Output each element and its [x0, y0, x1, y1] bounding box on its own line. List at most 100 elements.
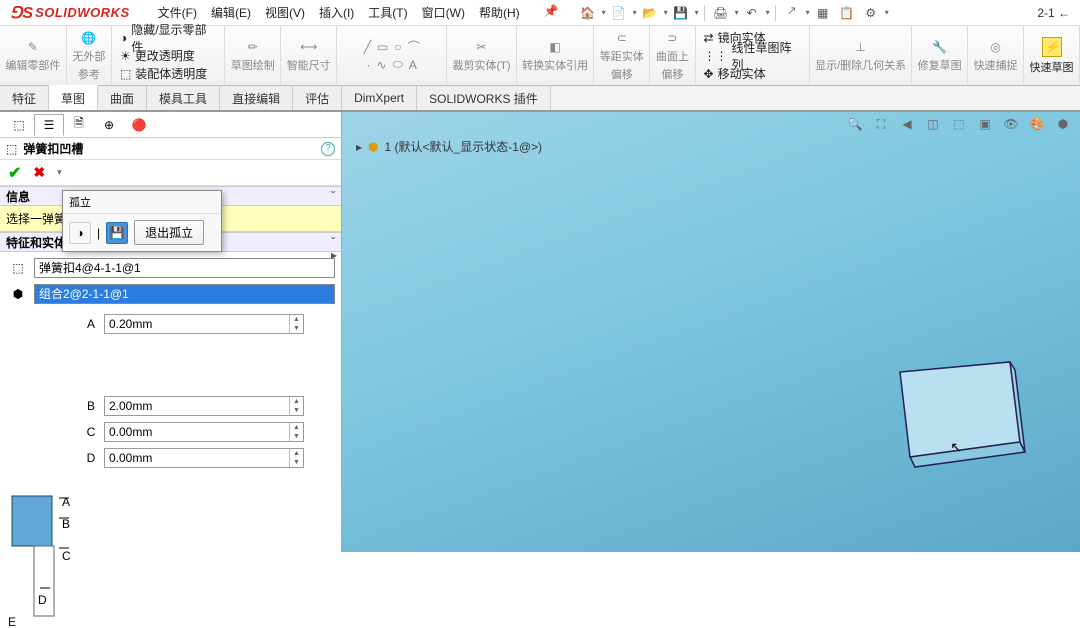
rb-trim[interactable]: ✂裁剪实体(T): [447, 26, 517, 85]
spinner[interactable]: ▲▼: [289, 423, 303, 441]
rb-offset1[interactable]: ⊂等距实体偏移: [594, 26, 650, 85]
ok-button[interactable]: ✔: [8, 163, 21, 183]
feature-selection-input[interactable]: 弹簧扣4@4-1-1@1: [34, 258, 335, 278]
rb-edit-component[interactable]: ✎ 编辑零部件: [0, 26, 67, 85]
dim-a-row: A 0.20mm▲▼: [84, 314, 341, 334]
tab-sketch[interactable]: 草图: [49, 85, 98, 110]
prev-view-icon[interactable]: ◀: [896, 114, 918, 134]
pm-tab-config[interactable]: 🗎: [64, 114, 94, 136]
tab-evaluate[interactable]: 评估: [293, 86, 342, 110]
tab-direct[interactable]: 直接编辑: [220, 86, 293, 110]
pin-icon[interactable]: 📌: [544, 4, 559, 21]
view-orient-icon[interactable]: ⬚: [948, 114, 970, 134]
menu-view[interactable]: 视图(V): [265, 4, 305, 21]
rb-sketch[interactable]: ✏草图绘制: [225, 26, 281, 85]
rb-linear-pattern[interactable]: ⋮⋮线性草图阵列: [704, 47, 802, 64]
graphics-viewport[interactable]: 🔍 ⛶ ◀ ◫ ⬚ ▣ 👁 🎨 ⬢ ▸ ⬢ 1 (默认<默认_显示状态-1@>)…: [342, 112, 1080, 552]
rb-snap[interactable]: ◎快速捕捉: [968, 26, 1024, 85]
menu-file[interactable]: 文件(F): [158, 4, 197, 21]
expand-icon[interactable]: ▸: [356, 140, 362, 154]
tab-dimxpert[interactable]: DimXpert: [342, 86, 417, 110]
convert-icon: ◧: [547, 39, 563, 55]
svg-text:A: A: [62, 495, 70, 509]
selection-area: ⬚ 弹簧扣4@4-1-1@1 ⬢ 组合2@2-1-1@1: [0, 252, 341, 310]
home-icon[interactable]: 🏠: [577, 3, 599, 23]
rb-label: 参考: [78, 66, 100, 82]
chevron-down-icon[interactable]: ▾: [806, 8, 810, 17]
menu-insert[interactable]: 插入(I): [319, 4, 354, 21]
rb-offset2[interactable]: ⊃曲面上偏移: [650, 26, 695, 85]
exit-isolate-button[interactable]: 退出孤立: [134, 220, 204, 245]
pm-tab-appearance[interactable]: 🔴: [124, 114, 154, 136]
pm-tab-feature-tree[interactable]: ⬚: [4, 114, 34, 136]
tab-addins[interactable]: SOLIDWORKS 插件: [417, 86, 551, 110]
chevron-down-icon[interactable]: ▾: [664, 8, 668, 17]
flyout-tree[interactable]: ▸ ⬢ 1 (默认<默认_显示状态-1@>): [356, 138, 542, 155]
rb-draw-group[interactable]: ╱▭○⌒ ·∿⬭A: [337, 26, 447, 85]
pm-tab-property[interactable]: ☰: [34, 114, 64, 136]
dim-c-input[interactable]: 0.00mm▲▼: [104, 422, 304, 442]
chevron-down-icon[interactable]: ▾: [695, 8, 699, 17]
scene-icon[interactable]: ⬢: [1052, 114, 1074, 134]
rb-no-ext-ref[interactable]: 🌐 无外部 参考: [67, 26, 112, 85]
label: 显示/删除几何关系: [815, 57, 906, 73]
menu-window[interactable]: 窗口(W): [422, 4, 465, 21]
spinner[interactable]: ▲▼: [289, 397, 303, 415]
spinner[interactable]: ▲▼: [289, 315, 303, 333]
rebuild-icon[interactable]: ▦: [812, 3, 834, 23]
rb-repair[interactable]: 🔧修复草图: [912, 26, 968, 85]
select-icon[interactable]: 🡕: [781, 3, 803, 23]
tab-mold[interactable]: 模具工具: [147, 86, 220, 110]
help-icon[interactable]: ?: [321, 142, 335, 156]
tree-node-label[interactable]: 1 (默认<默认_显示状态-1@>): [385, 138, 543, 155]
open-icon[interactable]: 📂: [639, 3, 661, 23]
dim-a-input[interactable]: 0.20mm▲▼: [104, 314, 304, 334]
zoom-area-icon[interactable]: ⛶: [870, 114, 892, 134]
chevron-down-icon[interactable]: ▾: [633, 8, 637, 17]
rb-smart-dim[interactable]: ⟷智能尺寸: [281, 26, 337, 85]
chevron-down-icon[interactable]: ▾: [735, 8, 739, 17]
rb-move[interactable]: ✥移动实体: [704, 65, 802, 82]
rb-hide-show[interactable]: ◑隐藏/显示零部件: [120, 29, 216, 46]
menu-help[interactable]: 帮助(H): [479, 4, 520, 21]
menu-edit[interactable]: 编辑(E): [211, 4, 251, 21]
cancel-button[interactable]: ✖: [33, 164, 45, 181]
arc-icon: ⌒: [408, 38, 420, 55]
chevron-down-icon[interactable]: ▾: [602, 8, 606, 17]
appearance-icon[interactable]: 🎨: [1026, 114, 1048, 134]
separator: [704, 5, 705, 21]
asm-icon: ⬚: [120, 67, 131, 81]
section-icon[interactable]: ◫: [922, 114, 944, 134]
spinner[interactable]: ▲▼: [289, 449, 303, 467]
dim-b-input[interactable]: 2.00mm▲▼: [104, 396, 304, 416]
rb-convert[interactable]: ◧ 转换实体引用: [517, 26, 594, 85]
label: 转换实体引用: [522, 57, 588, 73]
display-style-icon[interactable]: ▣: [974, 114, 996, 134]
tab-surface[interactable]: 曲面: [98, 86, 147, 110]
rb-transparency[interactable]: ☀更改透明度: [120, 47, 216, 64]
options-icon[interactable]: 📋: [836, 3, 858, 23]
rb-relations[interactable]: ⊥ 显示/删除几何关系: [810, 26, 912, 85]
dim-d-input[interactable]: 0.00mm▲▼: [104, 448, 304, 468]
print-icon[interactable]: 🖨: [710, 3, 732, 23]
zoom-fit-icon[interactable]: 🔍: [844, 114, 866, 134]
rb-asm-transparency[interactable]: ⬚装配体透明度: [120, 65, 216, 82]
new-icon[interactable]: 📄: [608, 3, 630, 23]
body-selection-input[interactable]: 组合2@2-1-1@1: [34, 284, 335, 304]
tab-features[interactable]: 特征: [0, 86, 49, 110]
save-isolate-icon[interactable]: 💾: [106, 222, 128, 244]
rect-icon: ▭: [377, 40, 388, 54]
label: 快速捕捉: [974, 57, 1018, 73]
chevron-down-icon[interactable]: ▾: [885, 8, 889, 17]
gear-icon[interactable]: ⚙: [860, 3, 882, 23]
pm-tab-display[interactable]: ⊕: [94, 114, 124, 136]
dropdown-icon[interactable]: ▾: [57, 167, 62, 178]
rb-rapid-sketch[interactable]: ⚡快速草图: [1024, 26, 1080, 85]
chevron-down-icon[interactable]: ▾: [766, 8, 770, 17]
undo-icon[interactable]: ↶: [741, 3, 763, 23]
relations-icon: ⊥: [853, 39, 869, 55]
menu-tools[interactable]: 工具(T): [368, 4, 407, 21]
visibility-icon[interactable]: ◑: [69, 222, 91, 244]
hide-show-icon[interactable]: 👁: [1000, 114, 1022, 134]
save-icon[interactable]: 💾: [670, 3, 692, 23]
